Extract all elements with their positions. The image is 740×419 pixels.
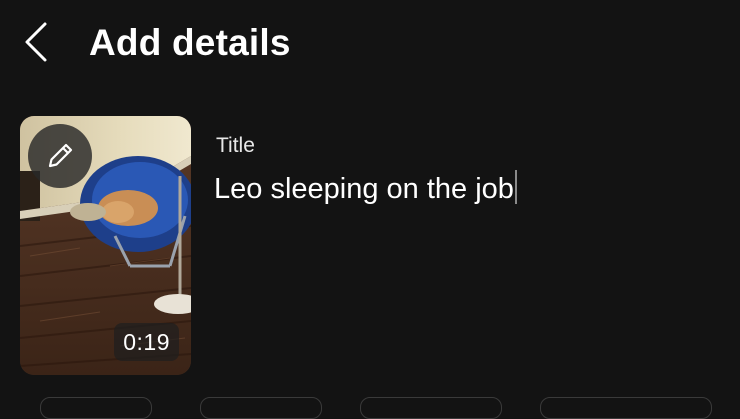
title-input[interactable]: Leo sleeping on the job [214,168,714,210]
title-input-value: Leo sleeping on the job [214,173,514,205]
option-chip[interactable] [360,397,502,419]
bottom-options-row [0,394,740,419]
title-field-label: Title [216,134,255,157]
video-duration-badge: 0:19 [114,323,179,361]
text-caret [514,170,517,204]
chevron-left-icon [25,22,47,62]
back-button[interactable] [14,18,58,66]
video-thumbnail[interactable]: 0:19 [20,116,191,375]
edit-thumbnail-button[interactable] [28,124,92,188]
top-app-bar: Add details [0,0,740,90]
page-title: Add details [89,22,291,63]
option-chip[interactable] [200,397,322,419]
option-chip[interactable] [540,397,712,419]
option-chip[interactable] [40,397,152,419]
pencil-icon [48,143,73,168]
